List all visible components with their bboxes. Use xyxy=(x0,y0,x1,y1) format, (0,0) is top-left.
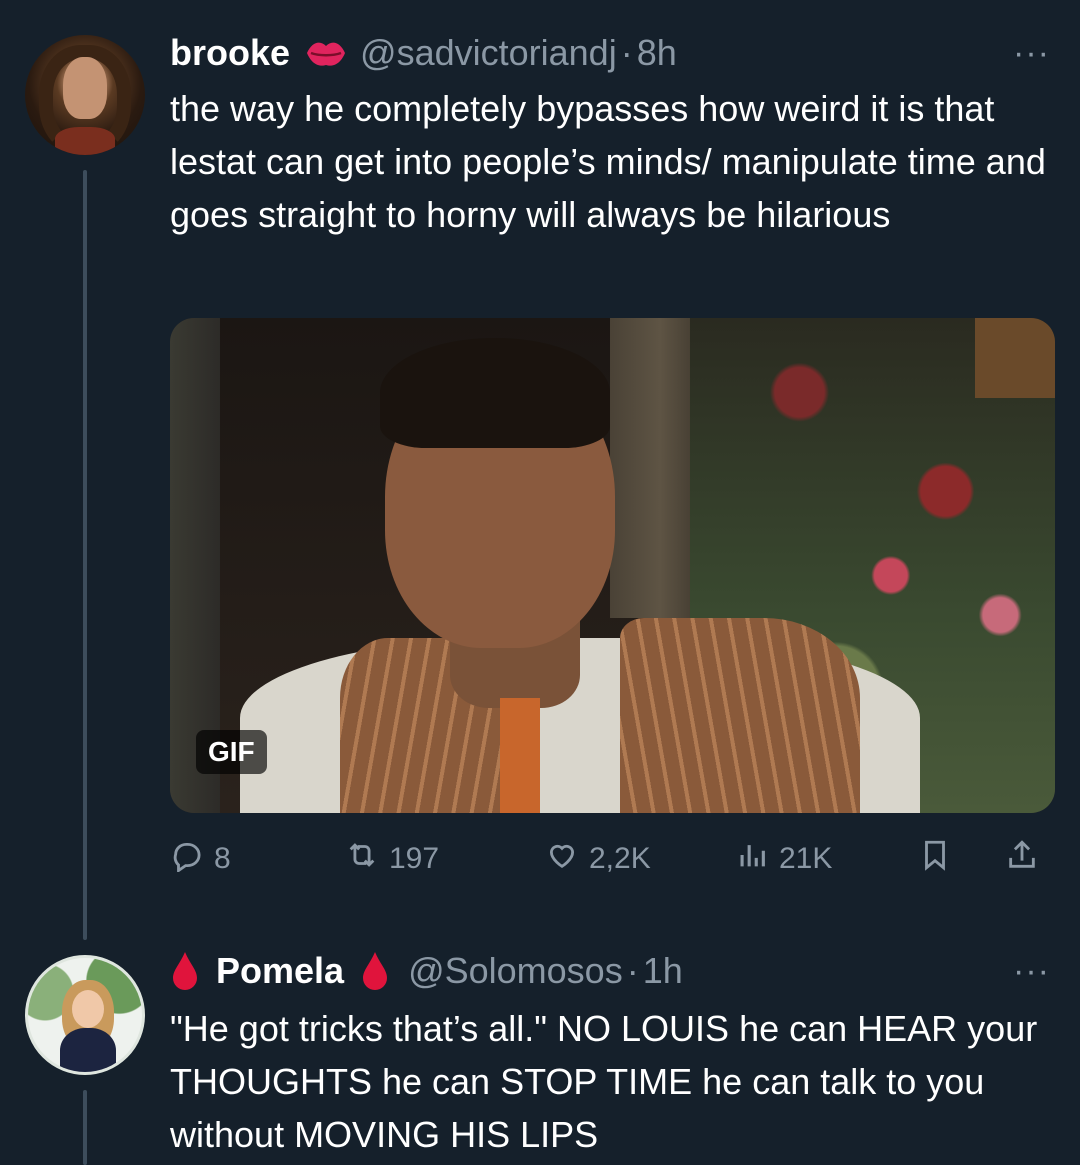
separator: · xyxy=(620,32,633,73)
gif-badge: GIF xyxy=(196,730,267,774)
timestamp[interactable]: 8h xyxy=(637,32,677,74)
timestamp-2[interactable]: 1h xyxy=(643,950,683,992)
avatar-brooke[interactable] xyxy=(25,35,145,155)
display-name-2[interactable]: Pomela xyxy=(216,950,344,992)
bookmark-icon xyxy=(918,838,952,880)
retweet-count: 197 xyxy=(389,842,440,875)
tweet-actions: 8 197 2,2K 21K xyxy=(170,838,1050,888)
avatar-pomela[interactable] xyxy=(25,955,145,1075)
lips-icon xyxy=(304,36,348,70)
tweet-header-2: Pomela @Solomosos · 1h xyxy=(170,950,683,992)
reply-icon xyxy=(170,838,204,880)
share-icon xyxy=(1005,838,1039,880)
analytics-icon xyxy=(735,838,769,880)
blood-drop-icon xyxy=(170,950,200,992)
reply-count: 8 xyxy=(214,842,231,875)
share-button[interactable] xyxy=(1005,838,1039,880)
display-name[interactable]: brooke xyxy=(170,32,290,74)
tweet-text: the way he completely bypasses how weird… xyxy=(170,88,1046,235)
user-handle[interactable]: @sadvictoriandj xyxy=(360,32,617,74)
like-button[interactable]: 2,2K xyxy=(545,838,651,880)
tweet-media-gif[interactable]: GIF xyxy=(170,318,1055,813)
heart-icon xyxy=(545,838,579,880)
separator-2: · xyxy=(626,950,639,991)
reply-button[interactable]: 8 xyxy=(170,838,231,880)
user-handle-2[interactable]: @Solomosos xyxy=(408,950,623,992)
more-options-icon-2[interactable]: ··· xyxy=(1013,952,1050,991)
retweet-icon xyxy=(345,838,379,880)
blood-drop-icon-2 xyxy=(360,950,390,992)
tweet-text-2: "He got tricks that’s all." NO LOUIS he … xyxy=(170,1008,1038,1155)
views-count: 21K xyxy=(779,842,833,875)
retweet-button[interactable]: 197 xyxy=(345,838,439,880)
thread-line-lower xyxy=(83,1090,87,1165)
more-options-icon[interactable]: ··· xyxy=(1013,34,1050,73)
like-count: 2,2K xyxy=(589,842,651,875)
bookmark-button[interactable] xyxy=(918,838,952,880)
thread-line xyxy=(83,170,87,940)
views-button[interactable]: 21K xyxy=(735,838,832,880)
tweet-header: brooke @sadvictoriandj · 8h xyxy=(170,32,677,74)
